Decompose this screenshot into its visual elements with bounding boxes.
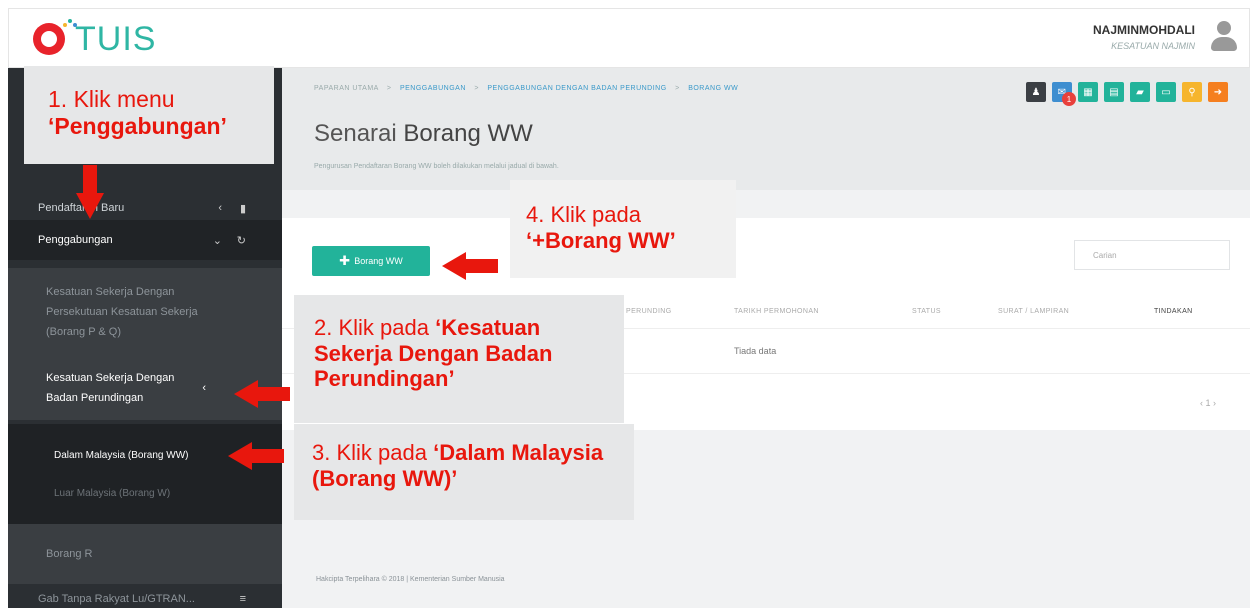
sidebar-item-last[interactable]: Gab Tanpa Rakyat Lu/GTRAN... ≡ <box>8 590 282 608</box>
sidebar-item-label: Kesatuan Sekerja Dengan Badan Perundinga… <box>46 372 175 404</box>
arrow-down-icon <box>76 165 104 219</box>
step3-prefix: 3. Klik pada <box>312 440 434 465</box>
sidebar-item-label: Kesatuan Sekerja Dengan Persekutuan Kesa… <box>46 286 198 338</box>
search-icon[interactable]: ⚲ <box>1182 82 1202 102</box>
footer: Hakcipta Terpelihara © 2018 | Kementeria… <box>316 576 505 583</box>
arrow-left-icon <box>442 252 498 280</box>
list-icon: ≡ <box>239 593 246 605</box>
breadcrumb-separator: > <box>386 85 392 92</box>
sidebar-item-luar-malaysia[interactable]: Luar Malaysia (Borang W) <box>54 488 170 499</box>
sidebar-item-dalam-malaysia[interactable]: Dalam Malaysia (Borang WW) <box>54 450 188 461</box>
plus-icon: ✚ <box>339 253 351 268</box>
folder-icon[interactable]: ▰ <box>1130 82 1150 102</box>
step4-line2: ‘+Borang WW’ <box>526 227 676 253</box>
chevron-down-icon: ⌄ <box>212 234 222 247</box>
document-icon: ▮ <box>239 202 246 215</box>
tuis-logo[interactable]: TUIS <box>33 19 157 58</box>
breadcrumb-borang-ww[interactable]: BORANG WW <box>688 85 738 92</box>
logo-mark-icon <box>33 23 65 55</box>
column-tindakan: TINDAKAN <box>1154 308 1193 315</box>
search-input[interactable]: Carian <box>1074 240 1230 270</box>
step2-prefix: 2. Klik pada <box>314 315 436 340</box>
column-surat-lampiran[interactable]: SURAT / LAMPIRAN <box>998 308 1069 315</box>
page-title-bold: Borang WW <box>403 120 533 147</box>
sidebar-item-penggabungan[interactable]: Penggabungan ⌄ ↻ <box>8 220 282 260</box>
step1-callout: 1. Klik menu ‘Penggabungan’ <box>24 66 274 164</box>
top-header: TUIS NAJMINMOHDALI KESATUAN NAJMIN <box>8 8 1250 68</box>
step3-callout: 3. Klik pada ‘Dalam Malaysia (Borang WW)… <box>294 424 634 520</box>
page-title-prefix: Senarai <box>314 120 397 147</box>
arrow-left-icon <box>228 442 284 470</box>
user-menu[interactable]: NAJMINMOHDALI KESATUAN NAJMIN <box>1093 19 1237 55</box>
chevron-left-icon: ‹ <box>218 202 222 214</box>
user-role: KESATUAN NAJMIN <box>1111 41 1195 51</box>
add-borang-ww-button[interactable]: ✚ Borang WW <box>312 246 430 276</box>
mail-icon[interactable]: ✉ 1 <box>1052 82 1076 106</box>
pagination[interactable]: ‹ 1 › <box>1200 398 1216 408</box>
sidebar-item-label: Gab Tanpa Rakyat Lu/GTRAN... <box>38 593 195 605</box>
user-icon[interactable]: ♟ <box>1026 82 1046 102</box>
logo-dots-icon <box>63 19 77 29</box>
sidebar-item-kesatuan-persekutuan[interactable]: Kesatuan Sekerja Dengan Persekutuan Kesa… <box>8 268 282 356</box>
column-perunding[interactable]: PERUNDING <box>626 308 672 315</box>
sidebar-item-label: Borang R <box>46 548 93 560</box>
breadcrumb-home[interactable]: PAPARAN UTAMA <box>314 85 378 92</box>
chevron-left-icon: ‹ <box>202 382 206 394</box>
sidebar-item-borang-r[interactable]: Borang R <box>8 524 282 584</box>
step1-line2: ‘Penggabungan’ <box>48 112 227 139</box>
step1-line1: 1. Klik menu <box>48 86 175 112</box>
sidebar-item-label: Penggabungan <box>38 234 113 246</box>
breadcrumb-separator: > <box>675 85 680 92</box>
notification-badge: 1 <box>1062 92 1076 106</box>
logo-text: TUIS <box>75 19 157 58</box>
toolbar: ♟ ✉ 1 ▦ ▤ ▰ ▭ ⚲ ➜ <box>1026 82 1228 106</box>
refresh-icon: ↻ <box>236 234 246 247</box>
arrow-left-icon <box>234 380 290 408</box>
empty-text: Tiada data <box>734 346 777 356</box>
avatar-icon[interactable] <box>1211 19 1237 55</box>
breadcrumb-penggabungan[interactable]: PENGGABUNGAN <box>400 85 466 92</box>
step2-callout: 2. Klik pada ‘Kesatuan Sekerja Dengan Ba… <box>294 295 624 423</box>
breadcrumb-separator: > <box>474 85 479 92</box>
column-tarikh-permohonan[interactable]: TARIKH PERMOHONAN <box>734 308 819 315</box>
step4-line1: 4. Klik pada <box>526 202 641 227</box>
page-title: Senarai Borang WW <box>314 120 533 148</box>
calendar-icon[interactable]: ▦ <box>1078 82 1098 102</box>
add-button-label: Borang WW <box>354 256 403 266</box>
sidebar-submenu <box>8 424 282 524</box>
page-subtitle: Pengurusan Pendaftaran Borang WW boleh d… <box>314 163 559 170</box>
user-name: NAJMINMOHDALI <box>1093 23 1195 37</box>
breadcrumb: PAPARAN UTAMA > PENGGABUNGAN > PENGGABUN… <box>314 85 738 92</box>
page-header: PAPARAN UTAMA > PENGGABUNGAN > PENGGABUN… <box>282 68 1250 190</box>
breadcrumb-badan-perunding[interactable]: PENGGABUNGAN DENGAN BADAN PERUNDING <box>487 85 666 92</box>
logout-icon[interactable]: ➜ <box>1208 82 1228 102</box>
file-icon[interactable]: ▤ <box>1104 82 1124 102</box>
step4-callout: 4. Klik pada ‘+Borang WW’ <box>510 180 736 278</box>
column-status[interactable]: STATUS <box>912 308 941 315</box>
money-icon[interactable]: ▭ <box>1156 82 1176 102</box>
